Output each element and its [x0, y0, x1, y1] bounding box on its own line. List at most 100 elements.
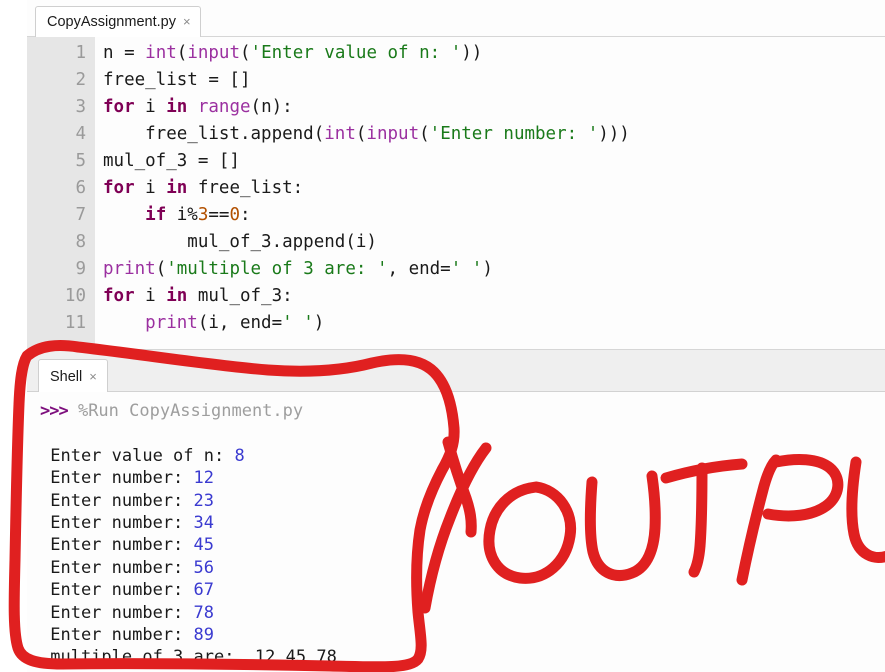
shell-input-value: 34 [193, 512, 215, 533]
code-token-builtin: range [197, 97, 251, 117]
code-token-plain: ( [355, 124, 367, 144]
code-token-plain: ) [313, 313, 325, 333]
code-token-plain: ) [482, 259, 493, 279]
code-token-builtin: int [145, 43, 177, 63]
shell-input-value: 89 [193, 624, 215, 645]
code-line[interactable]: free_list.append(int(input('Enter number… [103, 121, 885, 148]
code-token-string: ' ' [282, 313, 314, 333]
code-token-plain: i [134, 97, 167, 117]
code-line[interactable]: n = int(input('Enter value of n: ')) [103, 40, 885, 67]
shell-prompt-text: Enter number: [40, 624, 194, 645]
shell-io-line: Enter number: 78 [40, 602, 337, 624]
line-number: 3 [75, 97, 86, 117]
code-token-builtin: input [366, 124, 420, 144]
shell-command: %Run CopyAssignment.py [67, 401, 304, 421]
shell-result-line: multiple of 3 are: 12 45 78 [40, 646, 337, 668]
line-number: 7 [75, 205, 86, 225]
shell-output[interactable]: >>> %Run CopyAssignment.py Enter value o… [40, 400, 337, 669]
code-token-string: 'Enter value of n: ' [250, 43, 462, 63]
line-numbers: 1 2 3 4 5 6 7 8 9 10 11 [65, 40, 86, 337]
line-number: 5 [75, 151, 86, 171]
code-token-plain: mul_of_3: [187, 286, 293, 306]
shell-result-text: multiple of 3 are: 12 45 78 [40, 647, 337, 668]
shell-prompt-text: Enter number: [40, 468, 194, 489]
editor-tab-label: CopyAssignment.py [47, 14, 176, 30]
shell-io-line: Enter number: 67 [40, 579, 337, 601]
shell-input-value: 56 [193, 557, 215, 578]
code-line[interactable]: mul_of_3.append(i) [103, 229, 885, 256]
shell-prompt-text: Enter value of n: [40, 445, 235, 466]
code-token-string: ' ' [450, 259, 483, 279]
shell-io-line: Enter number: 12 [40, 467, 337, 489]
code-line[interactable]: print('multiple of 3 are: ', end=' ') [103, 256, 885, 283]
code-token-keyword: in [166, 178, 188, 198]
code-token-plain: == [208, 205, 230, 225]
code-token-keyword: in [166, 286, 188, 306]
code-line[interactable]: print(i, end=' ') [103, 310, 885, 337]
shell-io-line: Enter number: 56 [40, 557, 337, 579]
code-token-keyword: for [103, 178, 135, 198]
shell-input-value: 23 [193, 490, 215, 511]
code-token-keyword: for [103, 286, 135, 306]
shell-prompt-text: Enter number: [40, 557, 194, 578]
code-token-plain: : [240, 205, 251, 225]
code-line[interactable]: mul_of_3 = [] [103, 148, 885, 175]
shell-prompt-text: Enter number: [40, 602, 194, 623]
line-number: 8 [75, 232, 86, 252]
thonny-ide-window: CopyAssignment.py × 1 2 3 4 5 6 7 8 9 10 11 n = in… [0, 0, 885, 672]
code-token-number: 0 [229, 205, 241, 225]
shell-prompt-text: Enter number: [40, 580, 194, 601]
code-token-plain: (n): [250, 97, 293, 117]
shell-tabstrip: Shell × [27, 349, 885, 393]
code-token-plain: i [134, 286, 167, 306]
code-token-builtin: int [324, 124, 356, 144]
shell-input-value: 8 [234, 445, 245, 466]
code-token-plain: ))) [598, 124, 630, 144]
code-token-plain: , end= [387, 259, 451, 279]
shell-command-line: >>> %Run CopyAssignment.py [40, 400, 337, 422]
code-token-keyword: for [103, 97, 135, 117]
code-token-plain: ( [419, 124, 430, 144]
shell-tab[interactable]: Shell × [38, 359, 108, 393]
line-number: 10 [64, 286, 86, 306]
code-token-string: 'Enter number: ' [429, 124, 599, 144]
editor-tabstrip: CopyAssignment.py × [27, 0, 885, 37]
line-number: 1 [75, 43, 86, 63]
line-number: 9 [75, 259, 86, 279]
editor-tab-copyassignment[interactable]: CopyAssignment.py × [35, 6, 201, 37]
shell-io-line: Enter value of n: 8 [40, 445, 337, 467]
code-line[interactable]: free_list = [] [103, 67, 885, 94]
shell-prompt-text: Enter number: [40, 490, 194, 511]
code-token-builtin: print [145, 313, 198, 333]
code-token-plain: i% [166, 205, 198, 225]
code-token-plain: free_list.append( [103, 124, 325, 144]
code-token-builtin: input [187, 43, 240, 63]
editor-panel: CopyAssignment.py × 1 2 3 4 5 6 7 8 9 10 11 n = in… [27, 0, 885, 349]
close-icon[interactable]: × [89, 370, 97, 384]
shell-prompt-text: Enter number: [40, 535, 194, 556]
shell-blank-line [40, 422, 337, 444]
line-number: 6 [75, 178, 86, 198]
code-text[interactable]: n = int(input('Enter value of n: ')) free… [103, 40, 885, 337]
code-token-plain: ( [176, 43, 188, 63]
shell-tab-label: Shell [50, 368, 83, 385]
code-token-keyword: in [166, 97, 188, 117]
code-token-builtin: print [103, 259, 156, 279]
close-icon[interactable]: × [183, 15, 191, 29]
code-line[interactable]: for i in mul_of_3: [103, 283, 885, 310]
code-token-plain: )) [461, 43, 483, 63]
code-token-plain: ( [155, 259, 167, 279]
shell-prompt: >>> [40, 401, 69, 421]
shell-io-line: Enter number: 34 [40, 512, 337, 534]
code-line[interactable]: if i%3==0: [103, 202, 885, 229]
code-line[interactable]: for i in range(n): [103, 94, 885, 121]
line-number-gutter: 1 2 3 4 5 6 7 8 9 10 11 [27, 37, 95, 349]
code-line[interactable]: for i in free_list: [103, 175, 885, 202]
line-number: 11 [64, 313, 86, 333]
shell-io-line: Enter number: 23 [40, 490, 337, 512]
code-area[interactable]: 1 2 3 4 5 6 7 8 9 10 11 n = int(input('Enter value… [27, 37, 885, 349]
code-token-keyword: if [145, 205, 167, 225]
shell-panel[interactable]: >>> %Run CopyAssignment.py Enter value o… [27, 392, 885, 672]
